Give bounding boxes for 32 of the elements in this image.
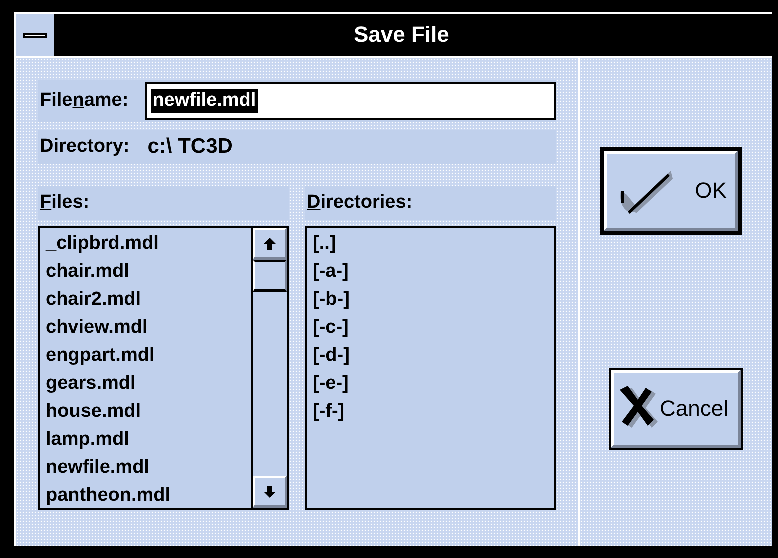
filename-label: Filename: (40, 90, 129, 112)
scroll-down-icon[interactable] (253, 476, 287, 508)
file-item[interactable]: pantheon.mdl (46, 482, 171, 510)
file-item[interactable]: chair2.mdl (46, 286, 142, 314)
directory-item[interactable]: [-a-] (313, 258, 349, 286)
file-item[interactable]: chview.mdl (46, 314, 148, 342)
directory-path: c:\ TC3D (148, 135, 233, 159)
files-list[interactable]: _clipbrd.mdl chair.mdl chair2.mdl chview.mdl engpart.mdl gears.mdl house.mdl lamp.mdl newfile.mdl pantheon.mdl (38, 226, 289, 510)
file-item[interactable]: newfile.mdl (46, 454, 150, 482)
scroll-up-icon[interactable] (253, 228, 287, 260)
directory-item[interactable]: [-b-] (313, 286, 350, 314)
file-item[interactable]: lamp.mdl (46, 426, 130, 454)
file-item[interactable]: chair.mdl (46, 258, 130, 286)
scroll-thumb[interactable] (253, 260, 287, 292)
directory-item[interactable]: [-c-] (313, 314, 349, 342)
scrollbar[interactable] (251, 228, 287, 508)
cancel-button[interactable]: Cancel (611, 370, 741, 448)
directories-list[interactable]: [..] [-a-] [-b-] [-c-] [-d-] [-e-] [-f-] (305, 226, 556, 510)
file-item[interactable]: gears.mdl (46, 370, 136, 398)
window-title: Save File (354, 22, 450, 48)
directory-item[interactable]: [-d-] (313, 342, 350, 370)
directory-label: Directory: (40, 136, 130, 158)
directory-item[interactable]: [-f-] (313, 398, 345, 426)
system-menu-button[interactable] (16, 14, 54, 56)
files-label: Files: (40, 192, 90, 214)
file-item[interactable]: engpart.mdl (46, 342, 155, 370)
directories-label: Directories: (307, 192, 413, 214)
file-item[interactable]: house.mdl (46, 398, 142, 426)
directory-item[interactable]: [..] (313, 230, 336, 258)
directory-item[interactable]: [-e-] (313, 370, 349, 398)
filename-field[interactable]: newfile.mdl (144, 82, 556, 120)
file-item[interactable]: _clipbrd.mdl (46, 230, 159, 258)
